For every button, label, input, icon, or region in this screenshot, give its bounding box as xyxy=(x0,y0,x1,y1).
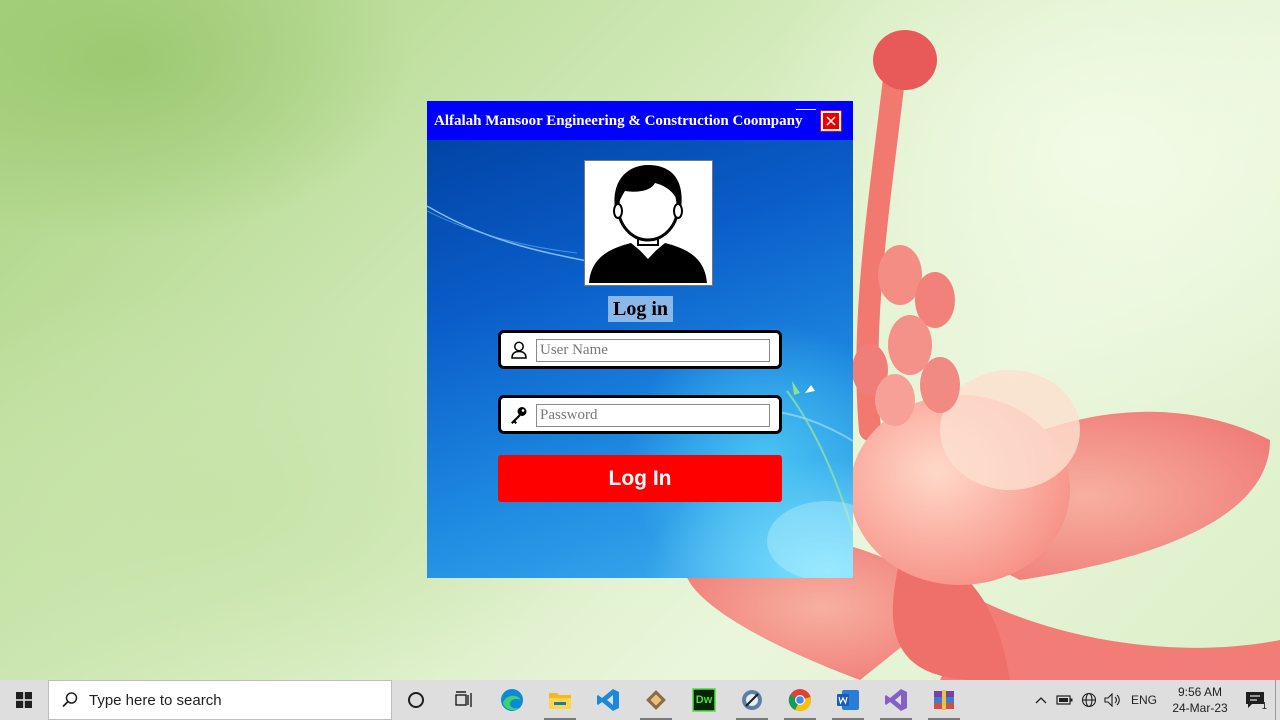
cortana-icon xyxy=(408,692,424,708)
clock[interactable]: 9:56 AM 24-Mar-23 xyxy=(1165,684,1235,716)
login-button[interactable]: Log In xyxy=(498,455,782,502)
window-titlebar: Alfalah Mansoor Engineering & Constructi… xyxy=(427,101,853,140)
globe-icon xyxy=(1081,692,1097,708)
show-desktop-button[interactable] xyxy=(1275,680,1280,720)
task-view-button[interactable] xyxy=(440,680,488,720)
git-icon xyxy=(646,690,666,710)
visual-studio-button[interactable] xyxy=(872,680,920,720)
file-explorer-icon xyxy=(549,693,571,709)
winrar-icon xyxy=(934,690,954,710)
close-icon xyxy=(826,116,836,126)
task-view-icon xyxy=(455,691,472,707)
chrome-button[interactable] xyxy=(776,680,824,720)
file-explorer-button[interactable] xyxy=(536,680,584,720)
clock-date: 24-Mar-23 xyxy=(1172,701,1228,715)
visual-studio-icon xyxy=(885,689,907,711)
volume-button[interactable] xyxy=(1101,680,1125,720)
dreamweaver-button[interactable]: Dw xyxy=(680,680,728,720)
taskbar-search[interactable]: Type here to search xyxy=(48,680,392,720)
app-button[interactable] xyxy=(728,680,776,720)
password-input[interactable] xyxy=(536,404,770,427)
key-icon xyxy=(511,407,527,424)
edge-icon xyxy=(501,689,523,711)
minimize-button[interactable] xyxy=(796,109,816,119)
system-tray: ENG 9:56 AM 24-Mar-23 1 xyxy=(1029,680,1280,720)
dreamweaver-label: Dw xyxy=(695,694,713,706)
user-icon xyxy=(511,341,527,359)
vscode-button[interactable] xyxy=(584,680,632,720)
user-silhouette-icon xyxy=(589,165,707,283)
window-title: Alfalah Mansoor Engineering & Constructi… xyxy=(434,113,803,129)
password-field xyxy=(498,395,782,434)
username-field xyxy=(498,330,782,369)
battery-button[interactable] xyxy=(1053,680,1077,720)
user-avatar xyxy=(584,160,713,286)
notification-count: 1 xyxy=(1261,701,1267,712)
cortana-button[interactable] xyxy=(392,680,440,720)
action-center-button[interactable]: 1 xyxy=(1235,680,1275,720)
chrome-icon xyxy=(788,689,811,712)
vscode-icon xyxy=(597,689,619,711)
search-placeholder: Type here to search xyxy=(89,691,222,709)
word-icon xyxy=(837,690,859,710)
username-input[interactable] xyxy=(536,339,770,362)
windows-logo-icon xyxy=(16,692,32,708)
winrar-button[interactable] xyxy=(920,680,968,720)
network-button[interactable] xyxy=(1077,680,1101,720)
input-language[interactable]: ENG xyxy=(1131,693,1157,707)
start-button[interactable] xyxy=(0,680,48,720)
git-button[interactable] xyxy=(632,680,680,720)
edge-button[interactable] xyxy=(488,680,536,720)
show-hidden-icons-button[interactable] xyxy=(1029,680,1053,720)
login-window: Alfalah Mansoor Engineering & Constructi… xyxy=(427,101,853,578)
battery-icon xyxy=(1056,695,1073,705)
taskbar: Type here to search Dw ENG 9:56 AM 24-Ma… xyxy=(0,680,1280,720)
app-icon xyxy=(742,690,762,710)
close-button[interactable] xyxy=(820,110,842,132)
speaker-icon xyxy=(1104,693,1120,707)
login-heading: Log in xyxy=(608,296,674,322)
search-icon xyxy=(62,692,78,708)
word-button[interactable] xyxy=(824,680,872,720)
clock-time: 9:56 AM xyxy=(1177,685,1223,699)
chevron-up-icon xyxy=(1035,697,1047,704)
